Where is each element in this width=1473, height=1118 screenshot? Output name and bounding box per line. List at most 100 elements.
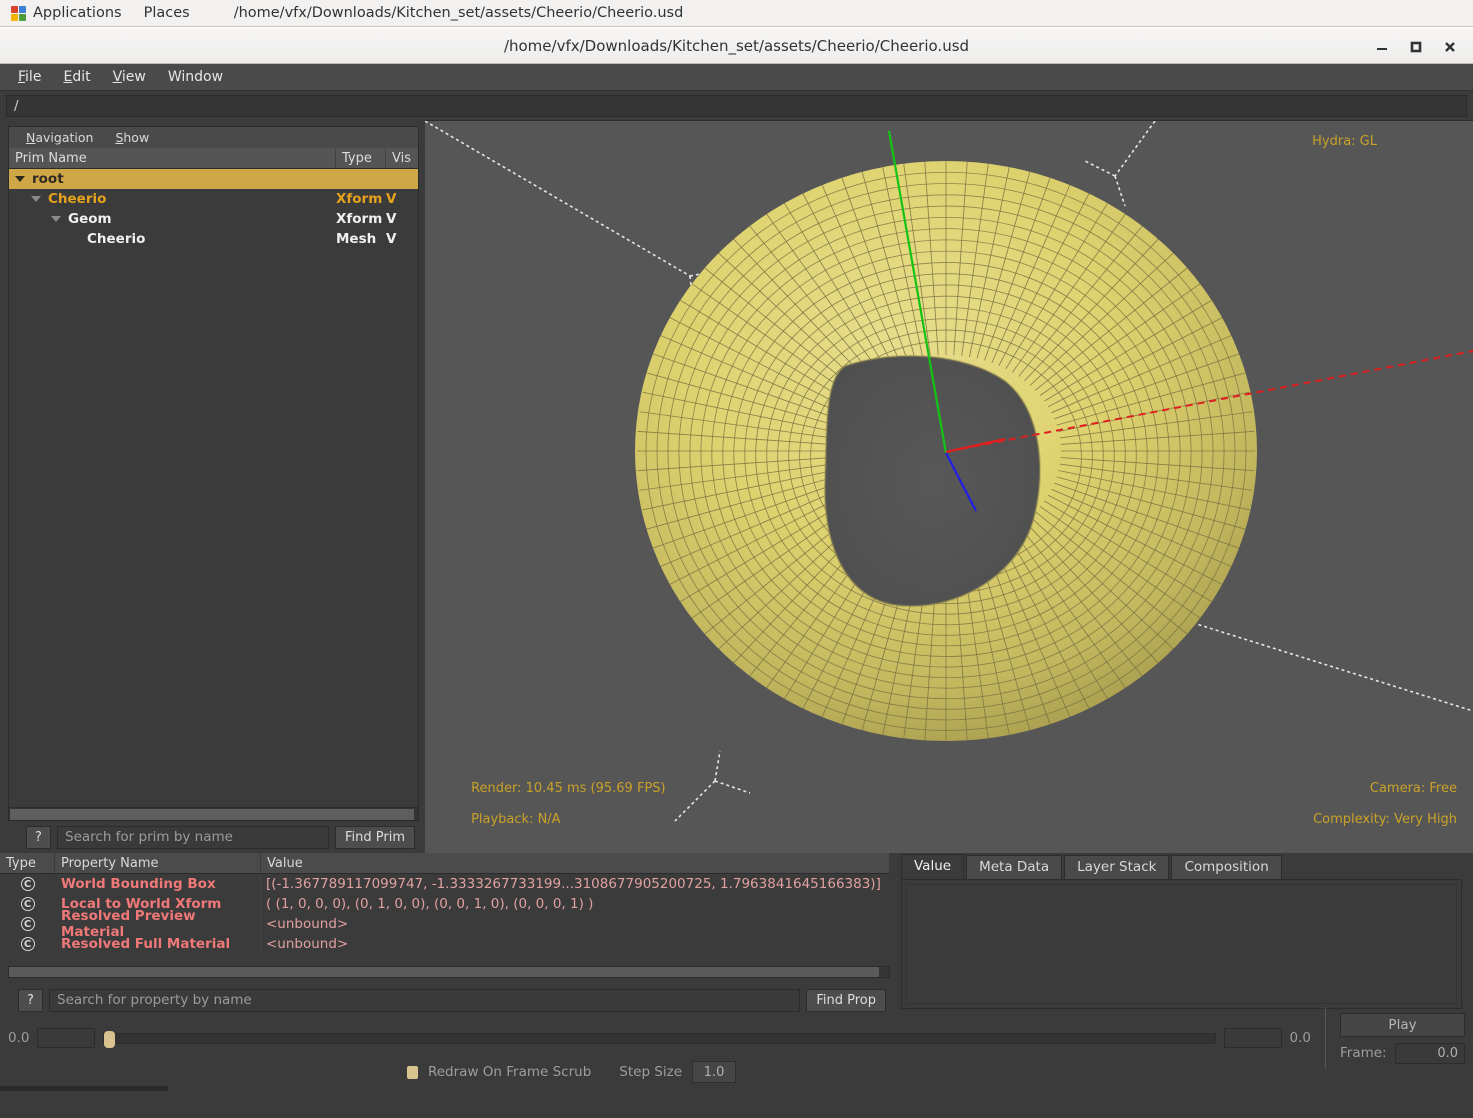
places-menu[interactable]: Places bbox=[133, 0, 201, 27]
applications-menu[interactable]: Applications bbox=[0, 0, 133, 27]
find-prop-button[interactable]: Find Prop bbox=[806, 988, 886, 1012]
frame-label: Frame: bbox=[1340, 1045, 1387, 1061]
header-type[interactable]: Type bbox=[336, 148, 386, 168]
usdview-window: /home/vfx/Downloads/Kitchen_set/assets/C… bbox=[0, 27, 1473, 1118]
timeline-start-input[interactable] bbox=[37, 1028, 96, 1048]
playback-controls: Play Frame: 0.0 bbox=[1340, 1012, 1465, 1064]
close-icon[interactable] bbox=[1433, 30, 1467, 64]
prim-vis[interactable]: V bbox=[386, 209, 418, 229]
table-row[interactable]: Geom Xform V bbox=[9, 209, 418, 229]
frame-slider[interactable] bbox=[103, 1030, 1216, 1048]
frame-input[interactable]: 0.0 bbox=[1394, 1042, 1465, 1064]
property-search-input[interactable]: Search for property by name bbox=[49, 988, 801, 1012]
header-prim-name[interactable]: Prim Name bbox=[9, 148, 336, 168]
prim-browser-pane: Navigation Show Prim Name Type Vis root bbox=[0, 120, 425, 853]
chevron-down-icon[interactable] bbox=[31, 196, 41, 202]
play-button[interactable]: Play bbox=[1340, 1012, 1465, 1037]
prim-vis[interactable]: V bbox=[386, 189, 418, 209]
maximize-icon[interactable] bbox=[1399, 30, 1433, 64]
computed-property-icon: C bbox=[20, 897, 35, 911]
tab-layer-stack[interactable]: Layer Stack bbox=[1064, 855, 1170, 879]
frame-field-row: Frame: 0.0 bbox=[1340, 1042, 1465, 1064]
property-search-help-button[interactable]: ? bbox=[18, 988, 43, 1012]
property-value: ( (1, 0, 0, 0), (0, 1, 0, 0), (0, 0, 1, … bbox=[266, 896, 594, 912]
find-prim-button[interactable]: Find Prim bbox=[335, 825, 415, 849]
header-prop-value[interactable]: Value bbox=[261, 853, 890, 873]
property-horizontal-scrollbar[interactable] bbox=[8, 966, 890, 978]
prim-type bbox=[336, 169, 386, 189]
inspector-tab-panel bbox=[901, 879, 1462, 1009]
prim-type: Xform bbox=[336, 211, 383, 227]
computed-property-icon: C bbox=[20, 937, 35, 951]
timeline-end-value: 0.0 bbox=[1289, 1030, 1311, 1046]
path-bar-container: / bbox=[0, 91, 1473, 120]
prim-vis[interactable] bbox=[386, 169, 418, 189]
header-prop-type[interactable]: Type bbox=[0, 853, 55, 873]
prim-tree-frame: Navigation Show Prim Name Type Vis root bbox=[8, 126, 419, 821]
window-title: /home/vfx/Downloads/Kitchen_set/assets/C… bbox=[503, 36, 970, 55]
property-value: <unbound> bbox=[266, 936, 349, 952]
table-row[interactable]: C Resolved Full Material <unbound> bbox=[0, 934, 890, 954]
timeline-slider-row: 0.0 0.0 Play Frame: 0.0 bbox=[0, 1007, 1473, 1069]
header-prop-name[interactable]: Property Name bbox=[55, 853, 261, 873]
redraw-on-frame-scrub-checkbox[interactable] bbox=[406, 1065, 418, 1079]
window-controls bbox=[1365, 28, 1467, 65]
scrollbar-thumb[interactable] bbox=[10, 809, 414, 820]
minimize-icon[interactable] bbox=[1365, 30, 1399, 64]
menu-file[interactable]: File bbox=[7, 66, 52, 88]
computed-property-icon: C bbox=[20, 917, 35, 931]
prim-name: Cheerio bbox=[48, 191, 107, 207]
computed-property-icon: C bbox=[20, 877, 35, 891]
bottom-panels: Type Property Name Value C World Boundin… bbox=[0, 853, 1473, 1118]
scrollbar-thumb[interactable] bbox=[9, 967, 879, 977]
prim-tree-horizontal-scrollbar[interactable] bbox=[9, 807, 418, 820]
menu-edit[interactable]: Edit bbox=[52, 66, 101, 88]
table-row[interactable]: Cheerio Xform V bbox=[9, 189, 418, 209]
table-row[interactable]: C Resolved Preview Material <unbound> bbox=[0, 908, 890, 940]
prim-search-input[interactable]: Search for prim by name bbox=[57, 825, 329, 849]
table-row[interactable]: Cheerio Mesh V bbox=[9, 229, 418, 249]
prim-name: Cheerio bbox=[87, 231, 146, 247]
tree-menu-navigation[interactable]: Navigation bbox=[18, 128, 101, 147]
timeline-end-input[interactable] bbox=[1223, 1028, 1282, 1048]
redraw-on-frame-scrub-label: Redraw On Frame Scrub bbox=[427, 1064, 592, 1080]
header-vis[interactable]: Vis bbox=[386, 148, 418, 168]
app-menubar: File Edit View Window bbox=[0, 64, 1473, 91]
property-name: World Bounding Box bbox=[55, 874, 261, 894]
prim-tree-body: root Cheerio Xform V Geom Xform V Cheeri… bbox=[9, 169, 418, 807]
inspector-pane: Value Meta Data Layer Stack Composition bbox=[893, 853, 1468, 1018]
table-row[interactable]: C World Bounding Box [(-1.36778911709974… bbox=[0, 874, 890, 894]
prim-search-row: ? Search for prim by name Find Prim bbox=[8, 821, 419, 853]
menu-window[interactable]: Window bbox=[157, 66, 234, 88]
timeline-start-value: 0.0 bbox=[8, 1030, 30, 1046]
window-titlebar: /home/vfx/Downloads/Kitchen_set/assets/C… bbox=[0, 27, 1473, 64]
prim-path-input[interactable]: / bbox=[6, 95, 1467, 117]
places-label: Places bbox=[143, 5, 190, 21]
property-name: Resolved Preview Material bbox=[55, 908, 261, 940]
viewport-3d[interactable]: Hydra: GL Render: 10.45 ms (95.69 FPS) P… bbox=[425, 120, 1473, 853]
table-row[interactable]: root bbox=[9, 169, 418, 189]
divider bbox=[1325, 1007, 1326, 1069]
chevron-down-icon[interactable] bbox=[15, 176, 25, 182]
tab-value[interactable]: Value bbox=[901, 854, 965, 879]
property-table-header: Type Property Name Value bbox=[0, 853, 890, 874]
prim-name: Geom bbox=[68, 211, 112, 227]
tree-menubar: Navigation Show bbox=[9, 127, 418, 148]
taskbar-strip bbox=[0, 1086, 168, 1091]
inspector-value-view[interactable] bbox=[906, 884, 1457, 1004]
tree-menu-show[interactable]: Show bbox=[107, 128, 157, 147]
gnome-applications-icon bbox=[11, 5, 26, 21]
prim-name: root bbox=[32, 171, 64, 187]
taskbar-window-title[interactable]: /home/vfx/Downloads/Kitchen_set/assets/C… bbox=[234, 5, 684, 21]
chevron-down-icon[interactable] bbox=[51, 216, 61, 222]
frame-slider-handle[interactable] bbox=[104, 1030, 116, 1048]
property-search-row: ? Search for property by name Find Prop bbox=[0, 983, 890, 1017]
tab-composition[interactable]: Composition bbox=[1171, 855, 1282, 879]
timeline-options-row: Redraw On Frame Scrub Step Size 1.0 bbox=[0, 1057, 1473, 1087]
step-size-input[interactable]: 1.0 bbox=[692, 1061, 737, 1083]
tab-meta-data[interactable]: Meta Data bbox=[966, 855, 1063, 879]
prim-type: Mesh bbox=[336, 231, 377, 247]
prim-search-help-button[interactable]: ? bbox=[26, 825, 51, 849]
prim-vis[interactable]: V bbox=[386, 229, 418, 249]
menu-view[interactable]: View bbox=[102, 66, 157, 88]
